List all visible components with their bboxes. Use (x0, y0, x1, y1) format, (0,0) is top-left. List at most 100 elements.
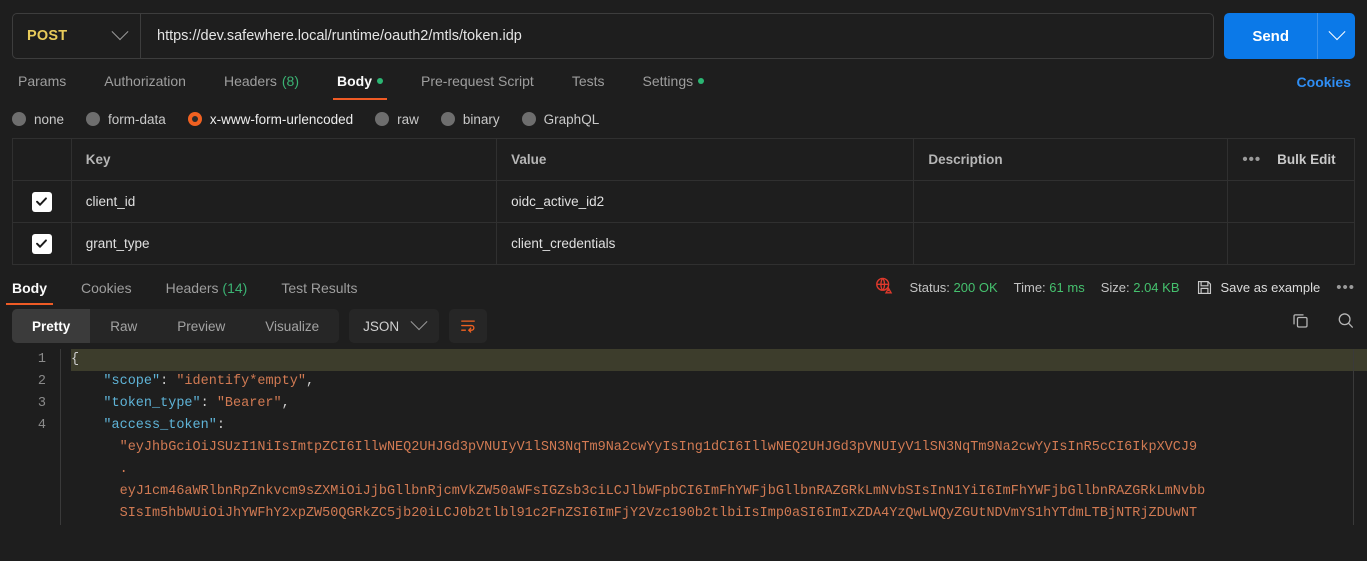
view-mode-pretty[interactable]: Pretty (12, 309, 91, 343)
response-body-code[interactable]: { "scope": "identify*empty", "token_type… (60, 349, 1367, 525)
row-value[interactable]: client_credentials (496, 222, 915, 265)
vertical-scrollbar[interactable] (1353, 349, 1367, 525)
code-line: { (71, 349, 1367, 371)
cookies-link[interactable]: Cookies (1297, 74, 1351, 90)
code-line: eyJ1cm46aWRlbnRpZnkvcm9sZXMiOiJjbGllbnRj… (71, 481, 1367, 503)
line-number: 4 (37, 418, 46, 433)
body-type-none[interactable]: none (12, 112, 64, 127)
http-method-dropdown[interactable]: POST (13, 14, 141, 58)
radio-icon (521, 112, 536, 126)
view-mode-raw[interactable]: Raw (90, 309, 157, 343)
line-number-gutter: 1 2 3 4 (0, 349, 60, 525)
time-group: Time: 61 ms (1014, 280, 1085, 295)
code-token: "access_token" (103, 418, 217, 433)
response-tab-cookies[interactable]: Cookies (75, 280, 138, 305)
body-type-form-data[interactable]: form-data (86, 112, 166, 127)
tab-label: Settings (642, 73, 694, 89)
copy-icon[interactable] (1291, 311, 1310, 330)
body-params-table-wrapper: Key Value Description ••• Bulk Edit clie… (0, 138, 1367, 265)
response-body-viewer[interactable]: 1 2 3 4 { "scope": "identify*empty", "to… (0, 349, 1367, 525)
row-description[interactable] (913, 222, 1229, 265)
body-type-label: raw (397, 111, 419, 127)
row-checkbox[interactable] (31, 191, 52, 212)
line-number: 3 (37, 396, 46, 411)
tab-label: Body (12, 280, 47, 296)
row-description[interactable] (913, 180, 1229, 223)
chevron-down-icon (410, 313, 428, 331)
tab-label: Body (337, 73, 372, 89)
body-type-label: binary (462, 111, 500, 127)
row-checkbox[interactable] (31, 233, 52, 254)
tab-headers[interactable]: Headers (8) (216, 73, 307, 100)
time-label: Time: (1013, 279, 1046, 295)
code-token: "Bearer" (216, 396, 282, 411)
header-value: Value (496, 138, 915, 181)
size-label: Size: (1100, 279, 1130, 295)
body-type-graphql[interactable]: GraphQL (521, 111, 600, 127)
row-checkbox-cell (12, 180, 72, 223)
code-token: "eyJhbGciOiJSUzI1NiIsImtpZCI6IllwNEQ2UHJ… (119, 440, 1198, 455)
response-tab-headers[interactable]: Headers (14) (160, 280, 254, 305)
code-token: , (281, 396, 290, 411)
search-icon[interactable] (1336, 311, 1355, 330)
code-token: "scope" (103, 374, 161, 389)
send-button[interactable]: Send (1224, 13, 1317, 59)
header-actions: ••• Bulk Edit (1227, 138, 1355, 181)
code-line: "eyJhbGciOiJSUzI1NiIsImtpZCI6IllwNEQ2UHJ… (71, 437, 1367, 459)
url-input-container: POST https://dev.safewhere.local/runtime… (12, 13, 1215, 59)
tab-label: Cookies (81, 280, 132, 296)
response-toolbar: Pretty Raw Preview Visualize JSON (0, 305, 1367, 349)
check-icon (36, 197, 48, 206)
body-type-label: GraphQL (543, 111, 600, 127)
send-options-button[interactable] (1317, 13, 1355, 59)
body-params-table: Key Value Description ••• Bulk Edit clie… (12, 138, 1355, 265)
row-value[interactable]: oidc_active_id2 (496, 180, 915, 223)
response-format-dropdown[interactable]: JSON (349, 309, 440, 343)
tab-pre-request-script[interactable]: Pre-request Script (413, 73, 542, 100)
tab-label: Authorization (104, 73, 186, 89)
table-row: client_id oidc_active_id2 (12, 180, 1355, 223)
code-token: eyJ1cm46aWRlbnRpZnkvcm9sZXMiOiJjbGllbnRj… (119, 484, 1206, 499)
wrap-lines-icon (461, 320, 475, 333)
radio-icon (12, 112, 26, 126)
more-options-icon[interactable]: ••• (1242, 151, 1261, 168)
view-mode-visualize[interactable]: Visualize (245, 309, 339, 343)
body-type-label: none (34, 111, 65, 127)
tab-params[interactable]: Params (10, 73, 74, 100)
response-tab-test-results[interactable]: Test Results (275, 280, 363, 305)
modified-dot-icon (377, 78, 383, 84)
tab-body[interactable]: Body (329, 73, 391, 100)
tab-count: (14) (222, 280, 248, 296)
response-tab-body[interactable]: Body (6, 280, 53, 305)
code-token: : (216, 418, 225, 433)
view-mode-preview[interactable]: Preview (157, 309, 245, 343)
tab-label: Test Results (281, 280, 358, 296)
row-actions (1227, 222, 1355, 265)
header-checkbox-cell (12, 138, 72, 181)
wrap-lines-button[interactable] (449, 309, 488, 343)
tab-label: Pre-request Script (421, 73, 534, 89)
body-type-raw[interactable]: raw (375, 112, 419, 127)
save-as-example-button[interactable]: Save as example (1196, 279, 1320, 296)
table-header-row: Key Value Description ••• Bulk Edit (12, 138, 1355, 181)
body-type-label: form-data (108, 111, 166, 127)
ssl-warning-icon[interactable] (874, 276, 893, 298)
body-type-x-www-form-urlencoded[interactable]: x-www-form-urlencoded (187, 112, 353, 127)
response-toolbar-right (1291, 311, 1355, 330)
row-key[interactable]: client_id (70, 180, 498, 223)
code-token: : (200, 396, 217, 411)
code-line: "access_token": (71, 415, 1367, 437)
response-more-options-icon[interactable]: ••• (1336, 279, 1355, 296)
tab-label: Headers (223, 73, 277, 89)
body-type-binary[interactable]: binary (440, 111, 500, 127)
tab-label: Tests (571, 73, 605, 89)
tab-authorization[interactable]: Authorization (96, 73, 194, 100)
tab-tests[interactable]: Tests (564, 73, 613, 100)
chevron-down-icon (111, 23, 129, 41)
row-key[interactable]: grant_type (70, 222, 498, 265)
response-meta: Status: 200 OK Time: 61 ms Size: 2.04 KB… (874, 276, 1355, 298)
url-input[interactable]: https://dev.safewhere.local/runtime/oaut… (141, 28, 1213, 44)
bulk-edit-button[interactable]: Bulk Edit (1277, 152, 1336, 167)
http-method-label: POST (27, 28, 68, 44)
tab-settings[interactable]: Settings (635, 73, 713, 100)
